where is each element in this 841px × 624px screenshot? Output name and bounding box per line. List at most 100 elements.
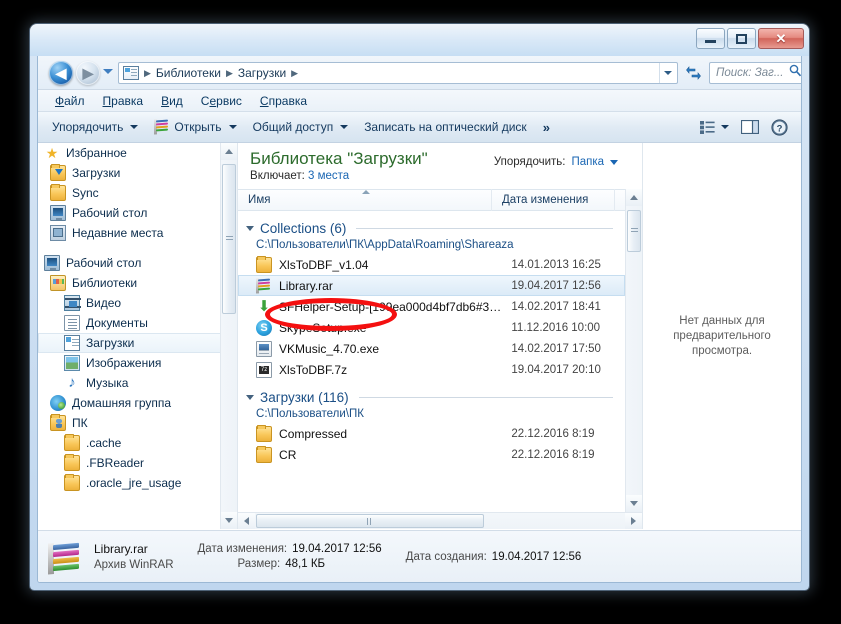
filelist-horizontal-scrollbar[interactable] [238, 512, 643, 529]
tree-item-label: Рабочий стол [72, 206, 148, 220]
close-button[interactable]: ✕ [758, 28, 804, 49]
file-row[interactable]: Library.rar 19.04.2017 12:56 [238, 275, 626, 296]
tree-item-изображения[interactable]: Изображения [38, 353, 237, 373]
tree-item--fbreader[interactable]: .FBReader [38, 453, 237, 473]
preview-pane: Нет данных для предварительного просмотр… [642, 143, 801, 529]
scroll-left-button[interactable] [238, 513, 256, 529]
refresh-button[interactable] [683, 63, 704, 83]
tree-item-label: Sync [72, 186, 99, 200]
breadcrumb-separator-icon[interactable]: ▶ [142, 68, 153, 79]
file-date-modified: 11.12.2016 10:00 [511, 321, 601, 334]
open-button[interactable]: Открыть [146, 116, 244, 138]
breadcrumb-separator-icon[interactable]: ▶ [224, 68, 235, 79]
details-file-column: Library.rar Архив WinRAR [94, 542, 174, 571]
triangle-collapse-icon[interactable] [246, 225, 255, 231]
chevron-down-icon[interactable] [610, 159, 619, 165]
scroll-down-button[interactable] [626, 495, 643, 512]
overflow-button[interactable]: » [535, 116, 557, 139]
menu-help[interactable]: Справка [251, 92, 316, 110]
maximize-button[interactable] [727, 28, 756, 49]
search-box[interactable]: Поиск: Заг... [709, 62, 801, 84]
tree-item-видео[interactable]: Видео [38, 293, 237, 313]
file-date-modified: 19.04.2017 12:56 [511, 279, 601, 292]
file-group-path: C:\Пользователи\ПК [256, 408, 364, 420]
help-button[interactable]: ? [766, 116, 793, 139]
tree-item-пк[interactable]: ПК [38, 413, 237, 433]
scroll-up-button[interactable] [626, 189, 643, 206]
music-library-icon: ♪ [68, 374, 76, 391]
file-row[interactable]: VKMusic_4.70.exe 14.02.2017 17:50 [238, 338, 625, 359]
address-history-dropdown[interactable] [659, 63, 675, 83]
includes-locations-link[interactable]: 3 места [308, 170, 349, 182]
file-row[interactable]: CR 22.12.2016 8:19 [238, 444, 625, 465]
file-group-header[interactable]: Загрузки (116) [238, 386, 625, 408]
breadcrumb-separator-icon[interactable]: ▶ [289, 68, 300, 79]
tree-item-рабочий-стол[interactable]: Рабочий стол [38, 203, 237, 223]
navpane-vertical-scrollbar[interactable] [220, 143, 238, 529]
recent-pages-dropdown-icon[interactable] [103, 69, 113, 74]
file-group-header[interactable]: Collections (6) [238, 217, 625, 239]
share-button[interactable]: Общий доступ [245, 116, 357, 138]
forward-button[interactable]: ▶ [76, 61, 100, 85]
details-modified-row: Дата изменения: 19.04.2017 12:56 [198, 543, 382, 555]
breadcrumb-downloads[interactable]: Загрузки [235, 64, 289, 82]
arrange-by-control: Упорядочить: Папка [494, 156, 619, 168]
menu-view[interactable]: Вид [152, 92, 192, 110]
winrar-icon [154, 119, 169, 134]
tree-item-загрузки[interactable]: Загрузки [38, 163, 237, 183]
tree-item-label: Изображения [86, 356, 162, 370]
tree-item-библиотеки[interactable]: Библиотеки [38, 273, 237, 293]
filelist-vertical-scrollbar[interactable] [625, 189, 643, 512]
tree-item--cache[interactable]: .cache [38, 433, 237, 453]
scrollbar-thumb[interactable] [222, 164, 237, 314]
burn-button[interactable]: Записать на оптический диск [356, 116, 535, 138]
tree-item-label: Избранное [66, 146, 127, 160]
command-bar: Упорядочить Открыть Общий доступ Записат… [38, 112, 801, 143]
library-includes: Включает: 3 места [250, 170, 632, 182]
tree-item-загрузки[interactable]: Загрузки [38, 333, 238, 353]
column-header-name[interactable]: Имя [238, 189, 492, 211]
file-row[interactable]: XlsToDBF.7z 19.04.2017 20:10 [238, 359, 625, 380]
triangle-down-icon [225, 518, 234, 523]
file-row[interactable]: Compressed 22.12.2016 8:19 [238, 423, 625, 444]
scrollbar-thumb[interactable] [256, 514, 485, 528]
breadcrumb-libraries[interactable]: Библиотеки [153, 64, 224, 82]
tree-item-рабочий-стол[interactable]: Рабочий стол [38, 253, 237, 273]
triangle-up-icon [225, 149, 234, 154]
tree-item-недавние-места[interactable]: Недавние места [38, 223, 237, 243]
file-row[interactable]: ⬇ SFHelper-Setup-[199ea000d4bf7db6#300...… [238, 296, 625, 317]
triangle-collapse-icon[interactable] [246, 394, 255, 400]
scrollbar-thumb[interactable] [627, 210, 642, 252]
back-button[interactable]: ◀ [49, 61, 73, 85]
organize-button[interactable]: Упорядочить [44, 116, 146, 138]
window-client-area: ◀ ▶ ▶ Библиотеки ▶ Загрузки ▶ Поиск: Заг… [37, 56, 802, 583]
triangle-down-icon [630, 501, 639, 506]
tree-item-избранное[interactable]: ★ Избранное [38, 143, 237, 163]
file-row[interactable]: XlsToDBF_v1.04 14.01.2013 16:25 [238, 254, 625, 275]
tree-item-домашняя-группа[interactable]: Домашняя группа [38, 393, 237, 413]
scroll-down-button[interactable] [221, 512, 238, 529]
show-preview-pane-button[interactable] [736, 117, 764, 137]
minimize-button[interactable] [696, 28, 725, 49]
change-view-button[interactable] [695, 118, 734, 137]
tree-item--oracle-jre-usage[interactable]: .oracle_jre_usage [38, 473, 237, 493]
explorer-window: ✕ ◀ ▶ ▶ Библиотеки ▶ Загрузки ▶ Поиск: З… [30, 24, 809, 590]
file-row[interactable]: SkypeSetup.exe 11.12.2016 10:00 [238, 317, 625, 338]
scroll-right-button[interactable] [625, 513, 643, 529]
menu-edit[interactable]: Правка [94, 92, 153, 110]
arrange-by-value[interactable]: Папка [571, 156, 604, 168]
preview-pane-icon [741, 120, 759, 134]
menu-file[interactable]: Файл [46, 92, 94, 110]
tree-item-музыка[interactable]: ♪ Музыка [38, 373, 237, 393]
tree-item-label: Недавние места [72, 226, 164, 240]
column-header-filler[interactable] [615, 189, 625, 211]
tree-item-sync[interactable]: Sync [38, 183, 237, 203]
menu-tools[interactable]: Сервис [192, 92, 251, 110]
column-header-date-modified[interactable]: Дата изменения [492, 189, 616, 211]
view-list-icon [700, 120, 715, 134]
address-bar[interactable]: ▶ Библиотеки ▶ Загрузки ▶ [118, 62, 678, 84]
search-input[interactable]: Поиск: Заг... [710, 67, 789, 79]
window-titlebar[interactable]: ✕ [30, 24, 809, 56]
tree-item-документы[interactable]: Документы [38, 313, 237, 333]
scroll-up-button[interactable] [221, 143, 238, 160]
